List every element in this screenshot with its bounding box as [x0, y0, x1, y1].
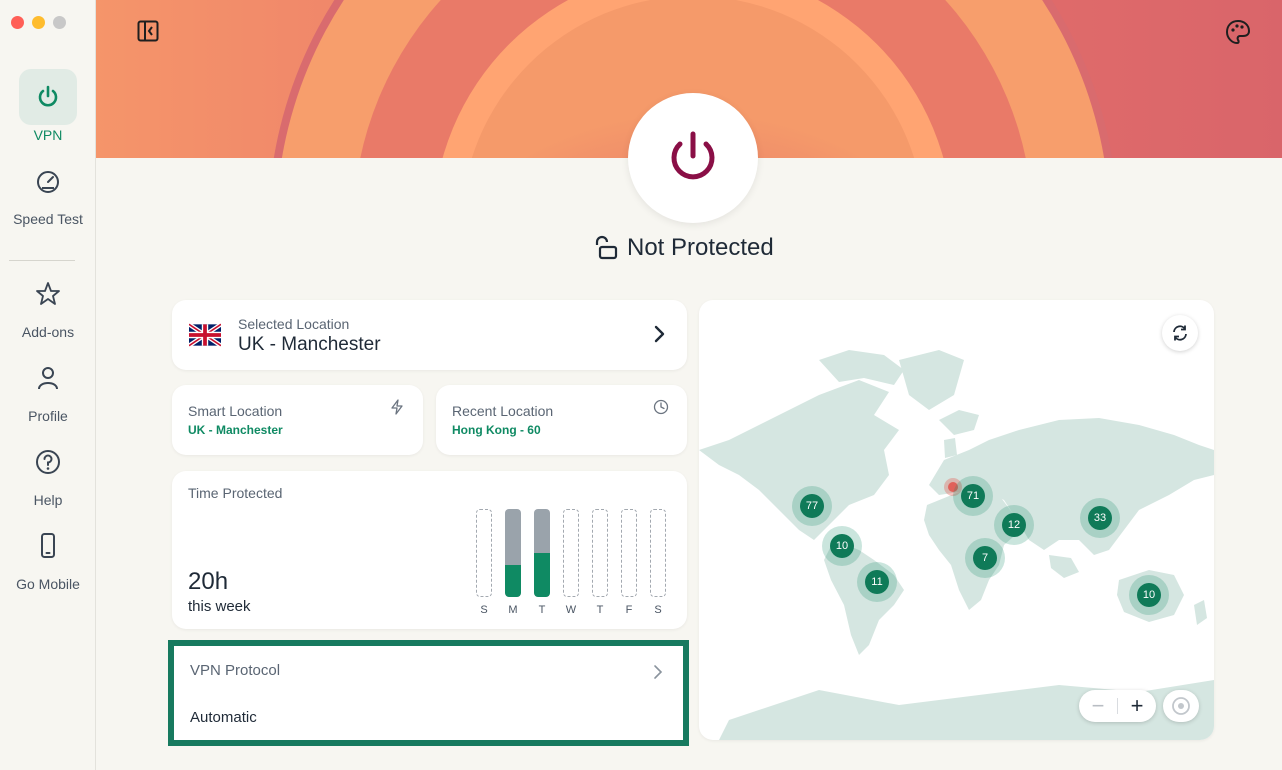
day-bar-fill	[505, 565, 521, 597]
chevron-right-icon	[654, 665, 663, 679]
day-label: T	[538, 604, 546, 616]
selected-location-value: UK - Manchester	[238, 334, 381, 355]
question-icon	[19, 434, 77, 490]
bolt-icon	[391, 399, 403, 415]
sidebar-item-label: Add-ons	[21, 324, 75, 340]
speedometer-icon	[19, 153, 77, 209]
day-bar	[476, 509, 492, 597]
vpn-protocol-row[interactable]: VPN Protocol Automatic	[174, 646, 683, 740]
zoom-controls: − +	[1079, 690, 1156, 722]
selected-location-card[interactable]: Selected Location UK - Manchester	[172, 300, 687, 370]
day-label: W	[565, 604, 577, 616]
collapse-sidebar-button[interactable]	[137, 20, 159, 42]
day-label: S	[654, 604, 662, 616]
status-text: Not Protected	[627, 234, 774, 261]
sidebar-item-label: Go Mobile	[16, 576, 80, 592]
server-cluster[interactable]: 11	[857, 562, 897, 602]
unlocked-icon	[595, 235, 618, 260]
refresh-icon	[1173, 325, 1187, 341]
day-bar-fill	[534, 553, 550, 597]
sidebar-item-add-ons[interactable]: Add-ons	[0, 266, 96, 340]
palette-icon	[1225, 19, 1251, 45]
day-label: T	[596, 604, 604, 616]
recenter-map-button[interactable]	[1163, 690, 1199, 722]
connect-power-button[interactable]	[628, 93, 758, 223]
day-bar	[534, 509, 550, 597]
server-cluster[interactable]: 33	[1080, 498, 1120, 538]
day-bar	[592, 509, 608, 597]
zoom-in-button[interactable]: +	[1118, 693, 1156, 719]
chevron-right-icon	[654, 325, 665, 343]
weekly-usage-chart: SMTWTFS	[476, 509, 666, 616]
sidebar-item-label: Speed Test	[13, 211, 83, 227]
phone-icon	[19, 518, 77, 574]
vpn-protocol-value: Automatic	[190, 709, 257, 726]
time-protected-period: this week	[188, 598, 251, 615]
sidebar: VPN Speed Test Add-ons Profile Help Go M…	[0, 0, 96, 770]
sidebar-item-speed-test[interactable]: Speed Test	[0, 153, 96, 227]
smart-location-value: UK - Manchester	[188, 423, 283, 437]
recent-location-value: Hong Kong - 60	[452, 423, 541, 437]
sidebar-item-help[interactable]: Help	[0, 434, 96, 508]
day-bar	[505, 509, 521, 597]
server-cluster[interactable]: 71	[953, 476, 993, 516]
server-cluster[interactable]: 77	[792, 486, 832, 526]
theme-palette-button[interactable]	[1224, 18, 1252, 46]
close-window-button[interactable]	[11, 16, 24, 29]
vpn-protocol-label: VPN Protocol	[190, 662, 281, 679]
day-bar	[563, 509, 579, 597]
minimize-window-button[interactable]	[32, 16, 45, 29]
sidebar-item-profile[interactable]: Profile	[0, 350, 96, 424]
person-icon	[19, 350, 77, 406]
world-map	[699, 350, 1214, 740]
uk-flag-icon	[189, 323, 221, 347]
day-column: M	[505, 509, 521, 616]
recent-location-card[interactable]: Recent Location Hong Kong - 60	[436, 385, 687, 455]
sidebar-item-label: Help	[33, 492, 63, 508]
smart-location-card[interactable]: Smart Location UK - Manchester	[172, 385, 423, 455]
time-protected-card: Time Protected 20h this week S M T W T F S	[172, 471, 687, 629]
day-bar	[621, 509, 637, 597]
recent-location-label: Recent Location	[452, 403, 554, 419]
day-column: F	[621, 509, 637, 616]
smart-location-label: Smart Location	[188, 403, 283, 419]
day-column: S	[650, 509, 666, 616]
day-column: W	[563, 509, 579, 616]
day-bar	[650, 509, 666, 597]
server-cluster[interactable]: 10	[1129, 575, 1169, 615]
sidebar-item-label: Profile	[28, 408, 68, 424]
day-column: S	[476, 509, 492, 616]
sidebar-item-vpn[interactable]: VPN	[0, 69, 96, 143]
star-icon	[19, 266, 77, 322]
zoom-window-button[interactable]	[53, 16, 66, 29]
window-controls	[11, 16, 66, 29]
selected-location-label: Selected Location	[238, 316, 350, 332]
protection-status: Not Protected	[593, 234, 774, 262]
server-cluster[interactable]: 7	[965, 538, 1005, 578]
zoom-out-button[interactable]: −	[1079, 693, 1117, 719]
sidebar-item-label: VPN	[33, 127, 63, 143]
server-cluster[interactable]: 10	[822, 526, 862, 566]
time-protected-label: Time Protected	[188, 485, 283, 501]
day-column: T	[592, 509, 608, 616]
power-icon	[671, 131, 715, 180]
power-icon	[19, 69, 77, 125]
day-column: T	[534, 509, 550, 616]
sidebar-toggle-icon	[137, 20, 159, 42]
sidebar-divider	[9, 260, 75, 261]
day-label: M	[508, 604, 518, 616]
server-map[interactable]: 77 10 11 71 12 7 33 10 − +	[699, 300, 1214, 740]
recenter-icon	[1172, 697, 1190, 715]
refresh-map-button[interactable]	[1162, 315, 1198, 351]
time-protected-hours: 20h	[188, 568, 229, 595]
day-label: S	[480, 604, 488, 616]
sidebar-item-go-mobile[interactable]: Go Mobile	[0, 518, 96, 592]
day-label: F	[625, 604, 633, 616]
server-cluster[interactable]: 12	[994, 505, 1034, 545]
clock-icon	[653, 399, 669, 415]
